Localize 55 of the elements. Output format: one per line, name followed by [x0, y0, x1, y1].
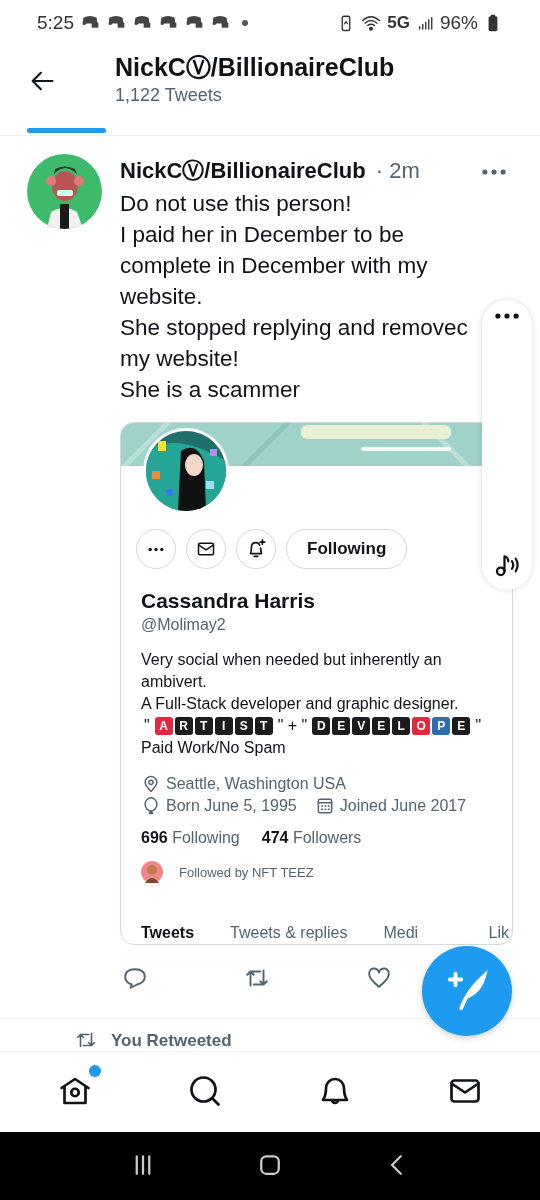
- letter-tile: A: [154, 717, 173, 735]
- notification-dot: [89, 1064, 101, 1077]
- battery-percent: 96%: [439, 12, 478, 34]
- retweet-notice: You Retweeted: [111, 1031, 232, 1051]
- display-name: Cassandra Harris: [141, 589, 316, 613]
- profile-tab[interactable]: Medi: [383, 924, 419, 942]
- envelope-icon: [196, 539, 216, 559]
- letter-tile: R: [174, 717, 193, 735]
- tweet-text: Do not use this person! I paid her in December to be complete in December with my website. She stopped replying and removec my website! She is a scammer: [120, 190, 468, 404]
- following-count[interactable]: 696 Following: [141, 829, 240, 847]
- tweet-count: 1,122 Tweets: [115, 84, 223, 107]
- letter-tile: L: [392, 717, 411, 735]
- profile-tab[interactable]: Lik: [488, 924, 509, 942]
- profile-tab[interactable]: Tweets & replies: [230, 924, 348, 942]
- bio-text: '': [474, 716, 483, 736]
- letter-tile: V: [352, 717, 371, 735]
- letter-tile: E: [452, 717, 471, 735]
- letter-tile: P: [432, 717, 451, 735]
- letter-tile: E: [332, 717, 351, 735]
- tweet-time: · 2m: [375, 158, 420, 184]
- more-notifications-icon: [242, 20, 248, 26]
- letter-tile: T: [254, 717, 273, 735]
- location-pin-icon: [141, 774, 161, 794]
- letter-tile: D: [312, 717, 331, 735]
- status-time: 5:25: [37, 12, 74, 34]
- more-icon: [147, 546, 165, 552]
- balloon-icon: [141, 796, 161, 816]
- more-icon: [494, 312, 520, 320]
- bio-text: ": [143, 716, 151, 736]
- profile-title: NickCⓋ/BillionaireClub: [115, 52, 395, 82]
- birth-date: Born June 5, 1995: [166, 796, 297, 816]
- profile-tab[interactable]: Tweets: [141, 924, 195, 942]
- notify-button[interactable]: [236, 529, 276, 569]
- network-type: 5G: [387, 13, 410, 33]
- letter-tile: I: [214, 717, 233, 735]
- join-date: Joined June 2017: [339, 796, 467, 816]
- user-handle: @Molimay2: [141, 616, 227, 634]
- compose-button[interactable]: [422, 946, 512, 1036]
- followers-count[interactable]: 474 Followers: [261, 829, 362, 847]
- author-name[interactable]: NickCⓋ/BillionaireClub: [120, 156, 366, 186]
- followed-by-text: Followed by NFT TEEZ: [179, 864, 314, 880]
- letter-tile: E: [372, 717, 391, 735]
- more-icon: [481, 167, 507, 176]
- bio-text: Paid Work/No Spam: [141, 738, 287, 758]
- location-text: Seattle, Washington USA: [166, 774, 346, 794]
- following-button[interactable]: Following: [286, 529, 408, 569]
- bio-text: A Full-Stack developer and graphic designer.: [141, 694, 460, 714]
- letter-tile: O: [412, 717, 431, 735]
- letter-tile: T: [194, 717, 213, 735]
- message-button[interactable]: [186, 529, 226, 569]
- reply-icon: [122, 965, 148, 991]
- wifi-icon: [361, 13, 382, 33]
- bio-text: " + ": [276, 716, 309, 736]
- letter-tile: S: [234, 717, 253, 735]
- bio-text: Very social when needed but inherently an ambivert.: [141, 650, 443, 692]
